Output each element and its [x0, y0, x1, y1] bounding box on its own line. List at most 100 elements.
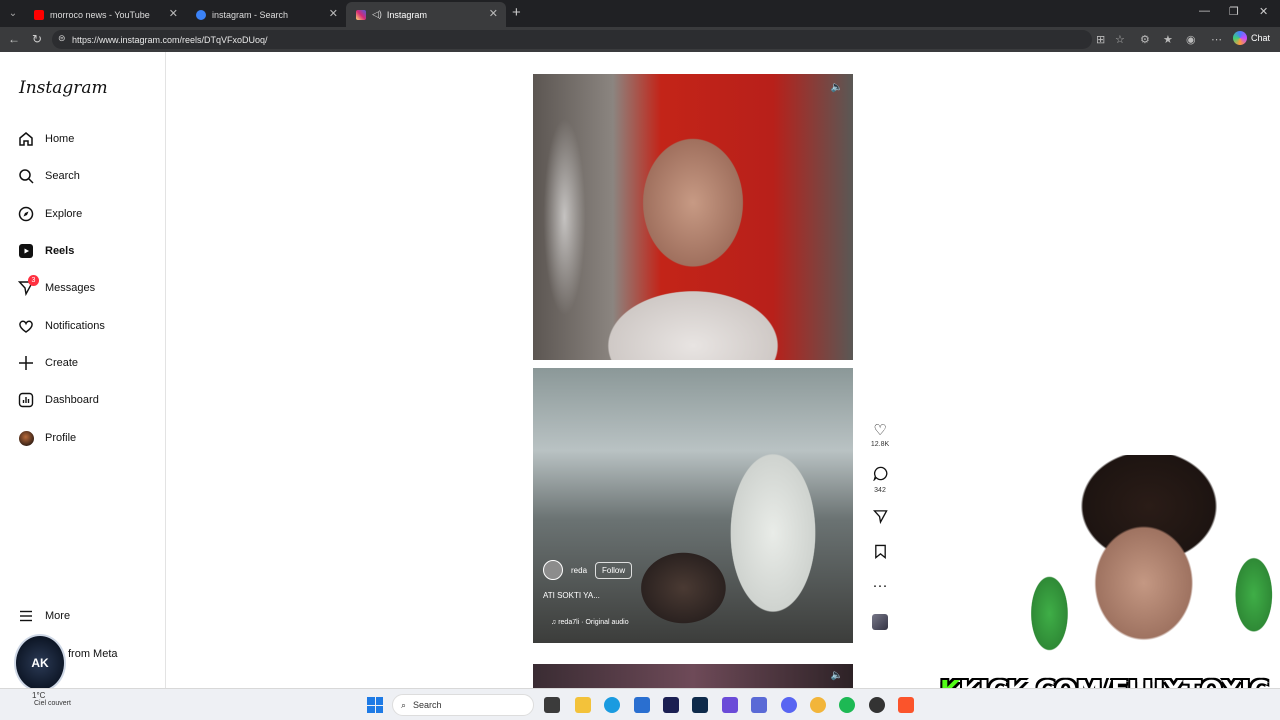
like-count: 12.8K [870, 441, 890, 448]
obs-icon[interactable] [869, 697, 885, 713]
reel-video-next[interactable]: 🔈 [533, 664, 853, 688]
taskbar-search[interactable]: ⌕ Search [392, 694, 534, 716]
streamer-webcam [1018, 455, 1280, 688]
minimize-icon[interactable]: — [1199, 5, 1210, 17]
send-icon [868, 509, 892, 528]
sidebar-item-dashboard[interactable]: Dashboard [18, 388, 99, 412]
dashboard-icon [18, 392, 34, 408]
reel-video-current[interactable]: reda Follow ATI SOKTI YA... ♫ reda7li · … [533, 368, 853, 643]
taskbar-search-label: Search [413, 700, 442, 710]
sidebar-item-label: Home [45, 133, 75, 145]
close-window-icon[interactable]: ✕ [1259, 5, 1268, 18]
weather-desc: Ciel couvert [34, 700, 71, 707]
sidebar-item-label: Create [45, 357, 79, 369]
neon-light [533, 74, 623, 360]
heart-icon: ♡ [873, 422, 887, 439]
search-icon: ⌕ [401, 699, 407, 710]
sidebar-item-label: from Meta [68, 648, 118, 660]
messages-icon: 3 [18, 275, 39, 296]
avatar[interactable] [543, 560, 563, 580]
weather-widget[interactable]: 1°C Ciel couvert [8, 691, 71, 707]
weather-temp: 1°C [32, 691, 46, 700]
tab-search[interactable]: instagram - Search ✕ [186, 2, 346, 27]
reel-audio-label: reda7li · Original audio [558, 619, 629, 626]
premiere-icon[interactable] [663, 697, 679, 713]
reel-username[interactable]: reda [571, 566, 587, 575]
favorite-star-icon[interactable]: ☆ [1115, 33, 1125, 46]
sidebar-item-explore[interactable]: Explore [18, 202, 82, 226]
reel-video-previous[interactable]: 🔈 [533, 74, 853, 360]
sidebar-item-more[interactable]: More [18, 604, 70, 628]
sidebar-item-create[interactable]: Create [18, 351, 78, 375]
back-icon[interactable]: ← [8, 32, 20, 46]
sidebar-item-home[interactable]: Home [18, 127, 74, 151]
instagram-icon [356, 9, 366, 20]
sidebar-item-reels[interactable]: Reels [18, 239, 74, 263]
search-icon [196, 9, 206, 20]
tab-instagram[interactable]: ◁) Instagram ✕ [346, 2, 506, 27]
mute-icon[interactable]: 🔈 [831, 670, 843, 681]
close-tab-icon[interactable]: ✕ [329, 7, 338, 20]
sidebar-item-search[interactable]: Search [18, 164, 80, 188]
new-tab-icon[interactable]: + [512, 4, 521, 21]
more-options-button[interactable]: ··· [868, 578, 892, 594]
sidebar-item-profile[interactable]: Profile [18, 426, 76, 450]
home-icon [18, 131, 34, 147]
app-icon[interactable] [810, 697, 826, 713]
more-icon: ··· [872, 577, 888, 594]
save-button[interactable] [868, 544, 892, 563]
copilot-chat-button[interactable]: Chat [1232, 31, 1270, 45]
share-button[interactable] [868, 509, 892, 528]
reload-icon[interactable]: ↻ [32, 32, 42, 46]
photoshop-icon[interactable] [692, 697, 708, 713]
profile-icon[interactable]: ◉ [1186, 33, 1196, 46]
site-info-icon[interactable]: ⊜ [58, 33, 66, 44]
audio-thumbnail[interactable] [868, 614, 892, 630]
sidebar-item-notifications[interactable]: Notifications [18, 314, 105, 338]
close-tab-icon[interactable]: ✕ [169, 7, 178, 20]
ak-logo: AK [14, 634, 66, 692]
maximize-icon[interactable]: ❐ [1229, 5, 1239, 18]
discord-icon[interactable] [781, 697, 797, 713]
file-explorer-icon[interactable] [575, 697, 591, 713]
extensions-icon[interactable]: ⚙ [1140, 33, 1150, 46]
tab-actions-icon[interactable]: ⌄ [4, 4, 22, 22]
task-view-icon[interactable] [544, 697, 560, 713]
store-icon[interactable] [634, 697, 650, 713]
more-menu-icon[interactable]: ⋯ [1211, 33, 1222, 46]
close-tab-icon[interactable]: ✕ [489, 7, 498, 20]
notification-badge: 3 [28, 275, 39, 286]
tab-label: Instagram [386, 9, 427, 20]
chat-label: Chat [1250, 33, 1270, 43]
comment-button[interactable]: 342 [868, 466, 892, 494]
teams-icon[interactable] [751, 697, 767, 713]
sidebar-item-also-from-meta[interactable]: from Meta [68, 642, 118, 666]
url-text: https://www.instagram.com/reels/DTqVFxoD… [72, 34, 268, 45]
tab-youtube[interactable]: morroco news - YouTube ✕ [24, 2, 186, 27]
reel-audio[interactable]: ♫ reda7li · Original audio [551, 619, 629, 626]
spotify-icon[interactable] [839, 697, 855, 713]
sidebar-item-label: Notifications [45, 320, 105, 332]
edge-icon[interactable] [604, 697, 620, 713]
mute-icon[interactable]: 🔈 [831, 82, 843, 93]
audio-cover-image [872, 614, 888, 630]
speaker-icon[interactable]: ◁) [372, 9, 382, 20]
youtube-icon [34, 9, 44, 20]
reel-author: reda Follow [543, 560, 633, 580]
reel-caption[interactable]: ATI SOKTI YA... [543, 591, 600, 600]
windows-start-icon[interactable] [367, 697, 383, 713]
app-icon[interactable] [722, 697, 738, 713]
sidebar-item-label: Profile [45, 432, 77, 444]
url-input[interactable]: ⊜ https://www.instagram.com/reels/DTqVFx… [52, 30, 1092, 49]
sidebar-item-label: Explore [45, 208, 83, 220]
brave-icon[interactable] [898, 697, 914, 713]
follow-button[interactable]: Follow [595, 561, 633, 579]
app-available-icon[interactable]: ⊞ [1096, 33, 1105, 46]
comment-count: 342 [874, 487, 886, 494]
sidebar-item-label: Search [45, 170, 80, 182]
instagram-logo[interactable]: Instagram [19, 78, 108, 98]
like-button[interactable]: ♡ 12.8K [868, 422, 892, 449]
sidebar-item-label: Reels [45, 245, 75, 257]
sidebar-item-messages[interactable]: 3 Messages [18, 275, 95, 300]
favorites-icon[interactable]: ★ [1163, 33, 1173, 46]
